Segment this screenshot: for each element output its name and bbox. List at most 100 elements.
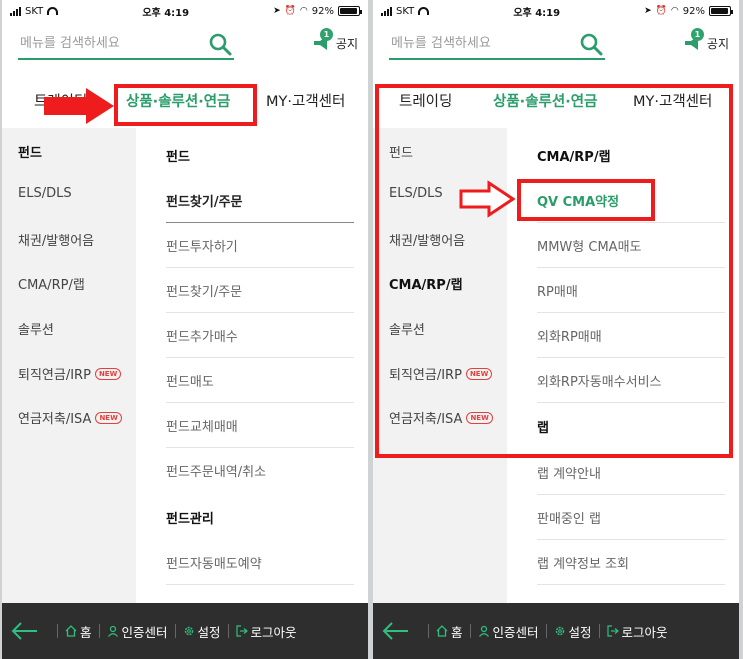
- submenu-item[interactable]: 외화RP매매: [537, 313, 725, 358]
- tab-trading[interactable]: 트레이딩: [34, 90, 87, 111]
- left-menu-item[interactable]: 연금저축/ISA NEW: [389, 408, 493, 427]
- status-time: 오후 4:19: [513, 7, 561, 19]
- submenu-item[interactable]: 외화RP자동매수서비스: [537, 358, 725, 403]
- settings-button[interactable]: 설정: [554, 622, 592, 641]
- search-input[interactable]: [389, 30, 569, 56]
- divider: [428, 624, 429, 638]
- submenu-item[interactable]: 펀드교체매매: [166, 403, 354, 448]
- left-menu-item[interactable]: CMA/RP/랩: [18, 274, 85, 293]
- location-icon: ➤: [644, 6, 652, 16]
- left-menu-label: ELS/DLS: [389, 186, 443, 201]
- logout-button[interactable]: 로그아웃: [606, 622, 668, 641]
- left-menu-item[interactable]: 펀드: [18, 142, 42, 161]
- home-icon: [65, 625, 77, 637]
- submenu-item[interactable]: 펀드찾기/주문: [166, 268, 354, 313]
- logout-button[interactable]: 로그아웃: [235, 622, 297, 641]
- left-menu-label: 펀드: [389, 146, 413, 161]
- home-icon: [436, 625, 448, 637]
- top-tabs: 트레이딩 상품·솔루션·연금 MY·고객센터: [2, 68, 368, 128]
- submenu-item[interactable]: 펀드매도: [166, 358, 354, 403]
- bottom-nav-bar: 홈 인증센터 설정 로그아웃: [373, 603, 739, 659]
- location-icon: ➤: [273, 6, 281, 16]
- megaphone-icon: 1: [312, 28, 334, 52]
- left-menu-item[interactable]: 솔루션: [18, 319, 54, 338]
- search-icon[interactable]: [208, 32, 232, 56]
- notice-button[interactable]: 1 공지: [683, 28, 729, 52]
- divider: [174, 624, 176, 638]
- new-badge: NEW: [94, 367, 122, 380]
- new-badge: NEW: [466, 411, 493, 424]
- left-menu-label: 퇴직연금/IRP: [18, 368, 91, 383]
- left-menu-label: 채권/발행어음: [389, 234, 466, 249]
- home-button[interactable]: 홈: [65, 622, 92, 641]
- top-tabs: 트레이딩 상품·솔루션·연금 MY·고객센터: [373, 68, 739, 128]
- notice-label: 공지: [335, 36, 358, 51]
- gear-icon: [184, 626, 193, 636]
- tab-trading[interactable]: 트레이딩: [399, 90, 452, 111]
- status-bar: SKT 오후 4:19 ➤ ⏰ ◠ 92%: [373, 0, 739, 22]
- left-menu-item[interactable]: 퇴직연금/IRP NEW: [18, 364, 122, 383]
- left-menu-item[interactable]: ELS/DLS: [389, 186, 443, 201]
- settings-button[interactable]: 설정: [183, 622, 221, 641]
- search-input[interactable]: [18, 30, 198, 56]
- tab-my[interactable]: MY·고객센터: [266, 90, 345, 111]
- submenu-item[interactable]: 펀드자동매도예약: [166, 540, 354, 585]
- status-time: 오후 4:19: [142, 7, 190, 19]
- submenu-item[interactable]: 펀드주문내역/취소: [166, 448, 354, 493]
- tab-products[interactable]: 상품·솔루션·연금: [126, 90, 230, 111]
- notice-button[interactable]: 1 공지: [312, 28, 358, 52]
- menu-content: 펀드 ELS/DLS 채권/발행어음 CMA/RP/랩 솔루션 퇴직연금/IRP…: [373, 128, 739, 603]
- submenu-item[interactable]: MMW형 CMA매도: [537, 223, 725, 268]
- submenu-item[interactable]: 랩 계약안내: [537, 450, 725, 495]
- left-menu-item[interactable]: 퇴직연금/IRP NEW: [389, 364, 493, 383]
- left-menu-label: CMA/RP/랩: [18, 278, 85, 293]
- left-menu-item[interactable]: 연금저축/ISA NEW: [18, 408, 122, 427]
- divider: [469, 624, 471, 638]
- left-menu-item[interactable]: 펀드: [389, 142, 413, 161]
- divider: [57, 624, 58, 638]
- divider: [598, 624, 600, 638]
- right-submenu-column: CMA/RP/랩 QV CMA약정 MMW형 CMA매도 RP매매 외화RP매매…: [507, 128, 739, 603]
- left-menu-label: 솔루션: [389, 323, 425, 338]
- status-bar: SKT 오후 4:19 ➤ ⏰ ◠ 92%: [2, 0, 368, 22]
- left-menu-item[interactable]: CMA/RP/랩: [389, 274, 463, 293]
- submenu-item[interactable]: 판매중인 랩: [537, 495, 725, 540]
- cert-center-button[interactable]: 인증센터: [107, 622, 168, 641]
- logout-icon: [235, 625, 248, 637]
- submenu-item[interactable]: RP매매: [537, 268, 725, 313]
- left-menu-item[interactable]: 채권/발행어음: [389, 230, 465, 249]
- submenu-item[interactable]: 랩 계약정보 조회: [537, 540, 725, 585]
- tab-products[interactable]: 상품·솔루션·연금: [493, 90, 597, 111]
- submenu-item[interactable]: 펀드추가매수: [166, 313, 354, 358]
- logout-label: 로그아웃: [250, 624, 297, 640]
- signal-icon: [10, 6, 21, 16]
- battery-icon: [338, 6, 362, 16]
- left-menu-item[interactable]: 채권/발행어음: [18, 230, 94, 249]
- cert-center-label: 인증센터: [492, 624, 539, 640]
- tab-my[interactable]: MY·고객센터: [633, 90, 712, 111]
- back-arrow-icon[interactable]: [381, 621, 411, 641]
- person-icon: [107, 625, 118, 637]
- phone-screen-right: SKT 오후 4:19 ➤ ⏰ ◠ 92% 1 공지 트레: [373, 0, 739, 659]
- divider: [227, 624, 229, 638]
- cert-center-label: 인증센터: [121, 624, 168, 640]
- menu-content: 펀드 ELS/DLS 채권/발행어음 CMA/RP/랩 솔루션 퇴직연금/IRP…: [2, 128, 368, 603]
- submenu-group[interactable]: 펀드찾기/주문: [166, 178, 354, 223]
- submenu-header: 펀드: [166, 150, 190, 165]
- cert-center-button[interactable]: 인증센터: [478, 622, 539, 641]
- submenu-item[interactable]: 펀드투자하기: [166, 223, 354, 268]
- home-label: 홈: [451, 624, 463, 640]
- bottom-nav-bar: 홈 인증센터 설정 로그아웃: [2, 603, 368, 659]
- submenu-header: CMA/RP/랩: [537, 150, 611, 165]
- search-icon[interactable]: [579, 32, 603, 56]
- back-arrow-icon[interactable]: [10, 621, 40, 641]
- left-menu-label: 채권/발행어음: [18, 234, 95, 249]
- left-menu-item[interactable]: 솔루션: [389, 319, 425, 338]
- left-menu-label: 펀드: [18, 146, 42, 161]
- carrier-label: SKT: [25, 5, 44, 17]
- search-row: 1 공지: [2, 22, 368, 68]
- settings-label: 설정: [197, 624, 221, 640]
- submenu-item-qv-cma[interactable]: QV CMA약정: [537, 178, 725, 223]
- left-menu-item[interactable]: ELS/DLS: [18, 186, 72, 201]
- home-button[interactable]: 홈: [436, 622, 463, 641]
